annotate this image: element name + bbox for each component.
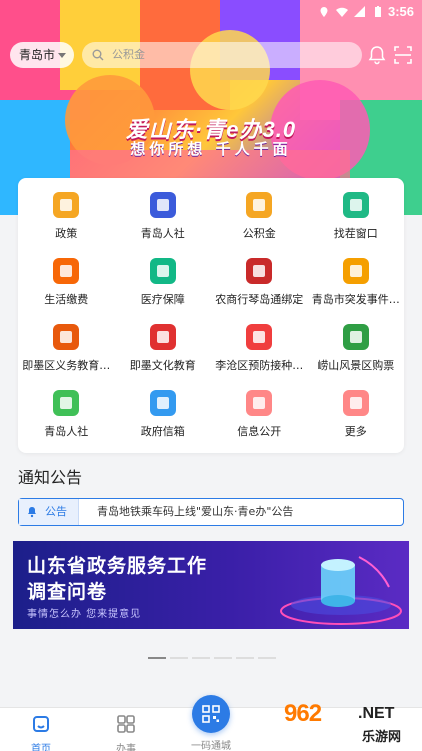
data-cylinder-illustration — [280, 556, 402, 625]
service-label: 崂山风景区购票 — [317, 359, 395, 372]
service-label: 医疗保障 — [140, 293, 185, 306]
service-label: 即墨文化教育 — [129, 359, 196, 372]
service-label: 公积金 — [242, 227, 276, 240]
carousel-dot[interactable] — [236, 657, 254, 659]
scan-icon[interactable] — [392, 44, 414, 66]
service-label: 即墨区义务教育… — [22, 359, 111, 372]
status-bar: 3:56 — [0, 0, 422, 24]
survey-title-line2: 调查问卷 — [27, 581, 108, 603]
search-icon — [92, 49, 104, 61]
medical-kit-icon — [149, 258, 176, 284]
service-item[interactable]: 农商行琴岛通绑定 — [211, 252, 308, 318]
scan-code-button[interactable] — [192, 695, 230, 733]
social-security-icon — [53, 390, 80, 416]
service-item[interactable]: 找茬窗口 — [308, 186, 405, 252]
city-selector[interactable]: 青岛市 — [10, 42, 74, 68]
nav-scan-label: 一码通城 — [191, 741, 231, 751]
service-label: 信息公开 — [237, 425, 282, 438]
service-item[interactable]: 即墨文化教育 — [115, 318, 212, 384]
nav-tasks-label: 办事 — [116, 744, 136, 751]
service-item[interactable]: 青岛人社 — [115, 186, 212, 252]
location-icon — [320, 7, 328, 17]
first-aid-icon — [246, 324, 273, 350]
service-item[interactable]: 青岛市突发事件… — [308, 252, 405, 318]
document-icon — [53, 324, 80, 350]
search-placeholder: 公积金 — [112, 48, 145, 61]
service-label: 青岛人社 — [140, 227, 185, 240]
carousel-dot[interactable] — [148, 657, 166, 659]
nav-tasks[interactable]: 办事 — [96, 714, 156, 751]
magnifier-icon — [342, 192, 369, 218]
notice-bar[interactable]: 公告 青岛地铁乘车码上线"爱山东·青e办"公告 — [18, 498, 404, 526]
apps-grid-icon — [117, 715, 135, 733]
briefcase-icon — [149, 192, 176, 218]
carousel-dot[interactable] — [258, 657, 276, 659]
service-item[interactable]: 更多 — [308, 384, 405, 450]
notice-tag-label: 公告 — [45, 505, 67, 518]
alert-icon — [342, 258, 369, 284]
services-grid: 政策 青岛人社 公积金 找茬窗口 生活缴费 医疗保障 农商行琴岛通绑定 青岛市突发事件… 即墨区… — [18, 186, 404, 450]
watermark-suffix: .NET — [358, 705, 395, 722]
service-item[interactable]: 政府信箱 — [115, 384, 212, 450]
service-item[interactable]: 青岛人社 — [18, 384, 115, 450]
watermark-brand: 962 — [284, 700, 322, 727]
carousel-dot[interactable] — [214, 657, 232, 659]
qr-code-icon — [202, 705, 220, 723]
mailbox-person-icon — [149, 390, 176, 416]
survey-banner[interactable]: 山东省政务服务工作 调查问卷 事情怎么办 您来提意见 — [13, 541, 409, 629]
home-icon — [33, 716, 49, 732]
service-item[interactable]: 崂山风景区购票 — [308, 318, 405, 384]
notice-text[interactable]: 青岛地铁乘车码上线"爱山东·青e办"公告 — [97, 499, 293, 525]
scenic-ticket-icon — [342, 324, 369, 350]
carousel-dot[interactable] — [192, 657, 210, 659]
info-chat-icon — [246, 390, 273, 416]
yuan-coin-icon — [53, 258, 80, 284]
wifi-icon — [336, 7, 348, 17]
service-item[interactable]: 公积金 — [211, 186, 308, 252]
service-label: 青岛人社 — [44, 425, 89, 438]
bell-icon[interactable] — [366, 44, 388, 66]
service-item[interactable]: 信息公开 — [211, 384, 308, 450]
service-item[interactable]: 李沧区预防接种… — [211, 318, 308, 384]
watermark-logo: 962 .NET 乐游网 — [284, 700, 416, 748]
ticket-tag-icon — [149, 324, 176, 350]
service-label: 生活缴费 — [44, 293, 89, 306]
search-input[interactable]: 公积金 — [82, 42, 362, 68]
carousel-dots — [148, 657, 276, 659]
house-fund-icon — [246, 192, 273, 218]
bell-icon — [28, 507, 36, 518]
service-item[interactable]: 医疗保障 — [115, 252, 212, 318]
service-item[interactable]: 即墨区义务教育… — [18, 318, 115, 384]
service-label: 农商行琴岛通绑定 — [215, 293, 304, 306]
banner-slogan: 想你所想 千人千面 — [130, 140, 292, 158]
more-grid-icon — [342, 390, 369, 416]
caret-down-icon — [58, 53, 66, 58]
carousel-dot[interactable] — [170, 657, 188, 659]
notice-section-title: 通知公告 — [18, 468, 83, 487]
service-item[interactable]: 政策 — [18, 186, 115, 252]
survey-subtitle: 事情怎么办 您来提意见 — [27, 609, 142, 620]
bank-logo-icon — [246, 258, 273, 284]
battery-icon — [375, 6, 381, 17]
services-card: 政策 青岛人社 公积金 找茬窗口 生活缴费 医疗保障 农商行琴岛通绑定 青岛市突发事件… 即墨区… — [18, 178, 404, 453]
survey-title-line1: 山东省政务服务工作 — [27, 555, 208, 577]
policy-book-icon — [53, 192, 80, 218]
nav-home-label: 首页 — [31, 744, 51, 751]
service-label: 政府信箱 — [140, 425, 185, 438]
service-label: 李沧区预防接种… — [215, 359, 304, 372]
signal-icon — [354, 6, 365, 17]
clock: 3:56 — [387, 4, 414, 19]
service-label: 政策 — [55, 227, 78, 240]
notice-tag: 公告 — [19, 499, 79, 525]
city-label: 青岛市 — [19, 48, 56, 62]
service-label: 青岛市突发事件… — [311, 293, 400, 306]
nav-home[interactable]: 首页 — [11, 714, 71, 751]
service-label: 找茬窗口 — [333, 227, 378, 240]
watermark-cn: 乐游网 — [362, 730, 402, 745]
service-item[interactable]: 生活缴费 — [18, 252, 115, 318]
service-label: 更多 — [344, 425, 367, 438]
